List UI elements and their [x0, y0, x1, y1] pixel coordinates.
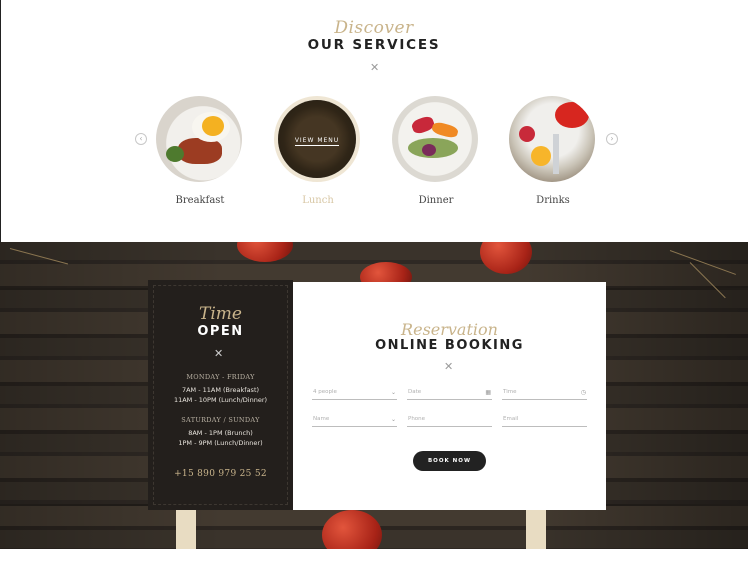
- drinks-image[interactable]: [509, 96, 595, 182]
- email-field[interactable]: Email: [502, 413, 587, 427]
- lunch-image[interactable]: VIEW MENU: [274, 96, 360, 182]
- hours-title: OPEN: [197, 324, 244, 339]
- weekday-hours-line: 11AM - 10PM (Lunch/Dinner): [173, 396, 268, 404]
- service-item-breakfast[interactable]: Breakfast: [156, 96, 244, 206]
- chevron-right-icon[interactable]: ›: [606, 133, 618, 145]
- view-menu-link[interactable]: VIEW MENU: [278, 137, 356, 146]
- service-item-lunch[interactable]: VIEW MENU Lunch: [274, 96, 362, 206]
- booking-script-heading: Reservation: [401, 320, 498, 339]
- calendar-icon: ▦: [485, 389, 491, 396]
- service-item-drinks[interactable]: Drinks: [509, 96, 597, 206]
- name-select[interactable]: Name ⌄: [312, 413, 397, 427]
- booking-title: ONLINE BOOKING: [375, 338, 524, 353]
- service-label[interactable]: Dinner: [392, 195, 480, 206]
- services-script-heading: Discover: [334, 18, 414, 38]
- phone-field[interactable]: Phone: [407, 413, 492, 427]
- dinner-image[interactable]: [392, 96, 478, 182]
- weekday-hours-line: 7AM - 11AM (Breakfast): [181, 386, 260, 394]
- service-item-dinner[interactable]: Dinner: [392, 96, 480, 206]
- services-title: OUR SERVICES: [307, 37, 441, 53]
- weekday-heading: MONDAY - FRIDAY: [186, 373, 255, 381]
- breakfast-image[interactable]: [156, 96, 242, 182]
- opening-hours-card: Time OPEN ✕ MONDAY - FRIDAY 7AM - 11AM (…: [148, 280, 293, 510]
- online-booking-form: Reservation ONLINE BOOKING ✕ 4 people ⌄ …: [293, 282, 606, 510]
- clock-icon: ◷: [580, 389, 586, 396]
- chevron-down-icon: ⌄: [390, 389, 396, 396]
- phone-number-link[interactable]: +15 890 979 25 52: [148, 469, 293, 479]
- weekend-hours-line: 8AM - 1PM (Brunch): [188, 429, 253, 437]
- date-field[interactable]: Date ▦: [407, 386, 492, 400]
- fork-knife-icon: ✕: [370, 61, 380, 74]
- service-label[interactable]: Drinks: [509, 195, 597, 206]
- service-label[interactable]: Lunch: [274, 195, 362, 206]
- people-select[interactable]: 4 people ⌄: [312, 386, 397, 400]
- fork-knife-icon: ✕: [214, 347, 224, 360]
- chevron-down-icon: ⌄: [390, 416, 396, 423]
- chevron-left-icon[interactable]: ‹: [135, 133, 147, 145]
- service-label[interactable]: Breakfast: [156, 195, 244, 206]
- fork-knife-icon: ✕: [444, 360, 454, 373]
- hours-script-heading: Time: [199, 304, 242, 324]
- weekend-hours-line: 1PM - 9PM (Lunch/Dinner): [178, 439, 263, 447]
- time-field[interactable]: Time ◷: [502, 386, 587, 400]
- book-now-button[interactable]: BOOK NOW: [413, 451, 486, 471]
- weekend-heading: SATURDAY / SUNDAY: [181, 416, 260, 424]
